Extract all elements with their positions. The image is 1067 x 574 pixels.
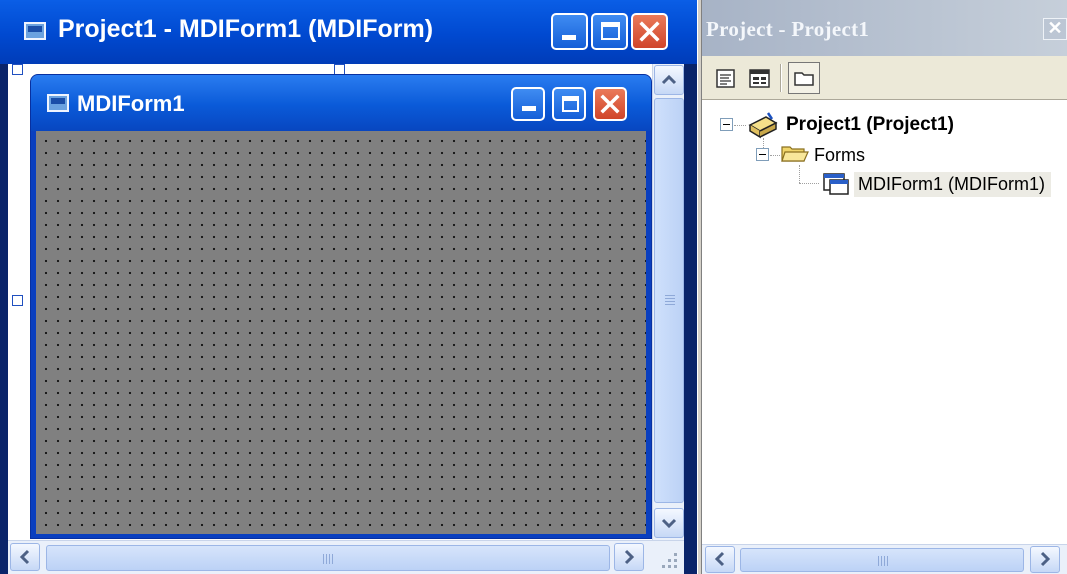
designer-horizontal-scrollbar[interactable]: [8, 540, 684, 574]
size-grip[interactable]: [646, 545, 682, 573]
tree-node-mdiform1[interactable]: MDIForm1 (MDIForm1): [854, 172, 1051, 197]
mdi-child-window[interactable]: MDIForm1: [30, 74, 652, 539]
close-icon: [639, 21, 660, 42]
close-icon[interactable]: ✕: [1043, 18, 1067, 40]
form-icon: [47, 94, 69, 112]
child-maximize-button[interactable]: [552, 87, 586, 121]
chevron-down-icon: [661, 518, 677, 529]
close-icon: [600, 94, 620, 114]
maximize-icon: [562, 96, 579, 112]
project-explorer-horizontal-scrollbar[interactable]: [702, 544, 1067, 574]
toggle-folders-icon: [794, 72, 814, 86]
chevron-up-icon: [661, 74, 677, 85]
mdi-child-title-bar[interactable]: MDIForm1: [31, 75, 651, 131]
chevron-left-icon: [19, 549, 30, 565]
chevron-left-icon: [714, 551, 725, 567]
mdi-child-title: MDIForm1: [77, 91, 185, 116]
collapse-icon[interactable]: [720, 118, 733, 131]
scroll-right-button[interactable]: [1030, 546, 1060, 573]
tree-node-forms[interactable]: Forms: [814, 145, 865, 166]
toolbar-separator: [780, 64, 782, 92]
designer-title-bar[interactable]: Project1 - MDIForm1 (MDIForm): [0, 0, 697, 64]
toggle-folders-button[interactable]: [788, 62, 820, 94]
form-icon: [24, 22, 46, 40]
tree-connector: [734, 125, 746, 126]
project-explorer-toolbar: [702, 56, 1067, 100]
scroll-right-button[interactable]: [614, 543, 644, 571]
designer-vertical-scrollbar[interactable]: [652, 64, 684, 540]
minimize-icon: [522, 106, 536, 111]
chevron-right-icon: [624, 549, 635, 565]
scroll-down-button[interactable]: [654, 508, 684, 538]
designer-title: Project1 - MDIForm1 (MDIForm): [58, 15, 434, 43]
scroll-left-button[interactable]: [705, 546, 735, 573]
view-code-button[interactable]: [710, 63, 740, 93]
collapse-icon[interactable]: [756, 148, 769, 161]
project-explorer-title-bar[interactable]: Project - Project1 ✕: [702, 0, 1067, 56]
tree-connector: [799, 183, 819, 184]
project-icon: [748, 112, 778, 139]
scroll-up-button[interactable]: [654, 65, 684, 95]
folder-open-icon: [781, 146, 809, 162]
form-icon: [823, 173, 849, 195]
view-object-icon: [749, 69, 770, 88]
horizontal-scroll-thumb[interactable]: [740, 548, 1024, 572]
view-code-icon: [716, 69, 735, 88]
designer-minimize-button[interactable]: [551, 13, 588, 50]
project-tree[interactable]: Project1 (Project1) Forms MDIForm1 (MDIF…: [702, 101, 1067, 544]
horizontal-scroll-thumb[interactable]: [46, 545, 610, 571]
designer-maximize-button[interactable]: [591, 13, 628, 50]
child-minimize-button[interactable]: [511, 87, 545, 121]
chevron-right-icon: [1040, 551, 1051, 567]
maximize-icon: [601, 22, 620, 40]
resize-handle-top-left[interactable]: [12, 64, 23, 75]
scroll-left-button[interactable]: [10, 543, 40, 571]
tree-connector: [770, 155, 780, 156]
form-designer-window: Project1 - MDIForm1 (MDIForm) MDIForm1: [0, 0, 697, 574]
mdi-client-grid-area[interactable]: [36, 131, 646, 534]
tree-node-project[interactable]: Project1 (Project1): [786, 114, 954, 136]
designer-close-button[interactable]: [631, 13, 668, 50]
child-close-button[interactable]: [593, 87, 627, 121]
view-object-button[interactable]: [744, 63, 774, 93]
vertical-scroll-thumb[interactable]: [654, 98, 684, 503]
resize-handle-left[interactable]: [12, 295, 23, 306]
tree-connector: [799, 165, 800, 183]
minimize-icon: [562, 35, 576, 40]
project-explorer-panel: Project - Project1 ✕ Project1 (Project1)…: [702, 0, 1067, 574]
project-explorer-title: Project - Project1: [706, 17, 870, 41]
